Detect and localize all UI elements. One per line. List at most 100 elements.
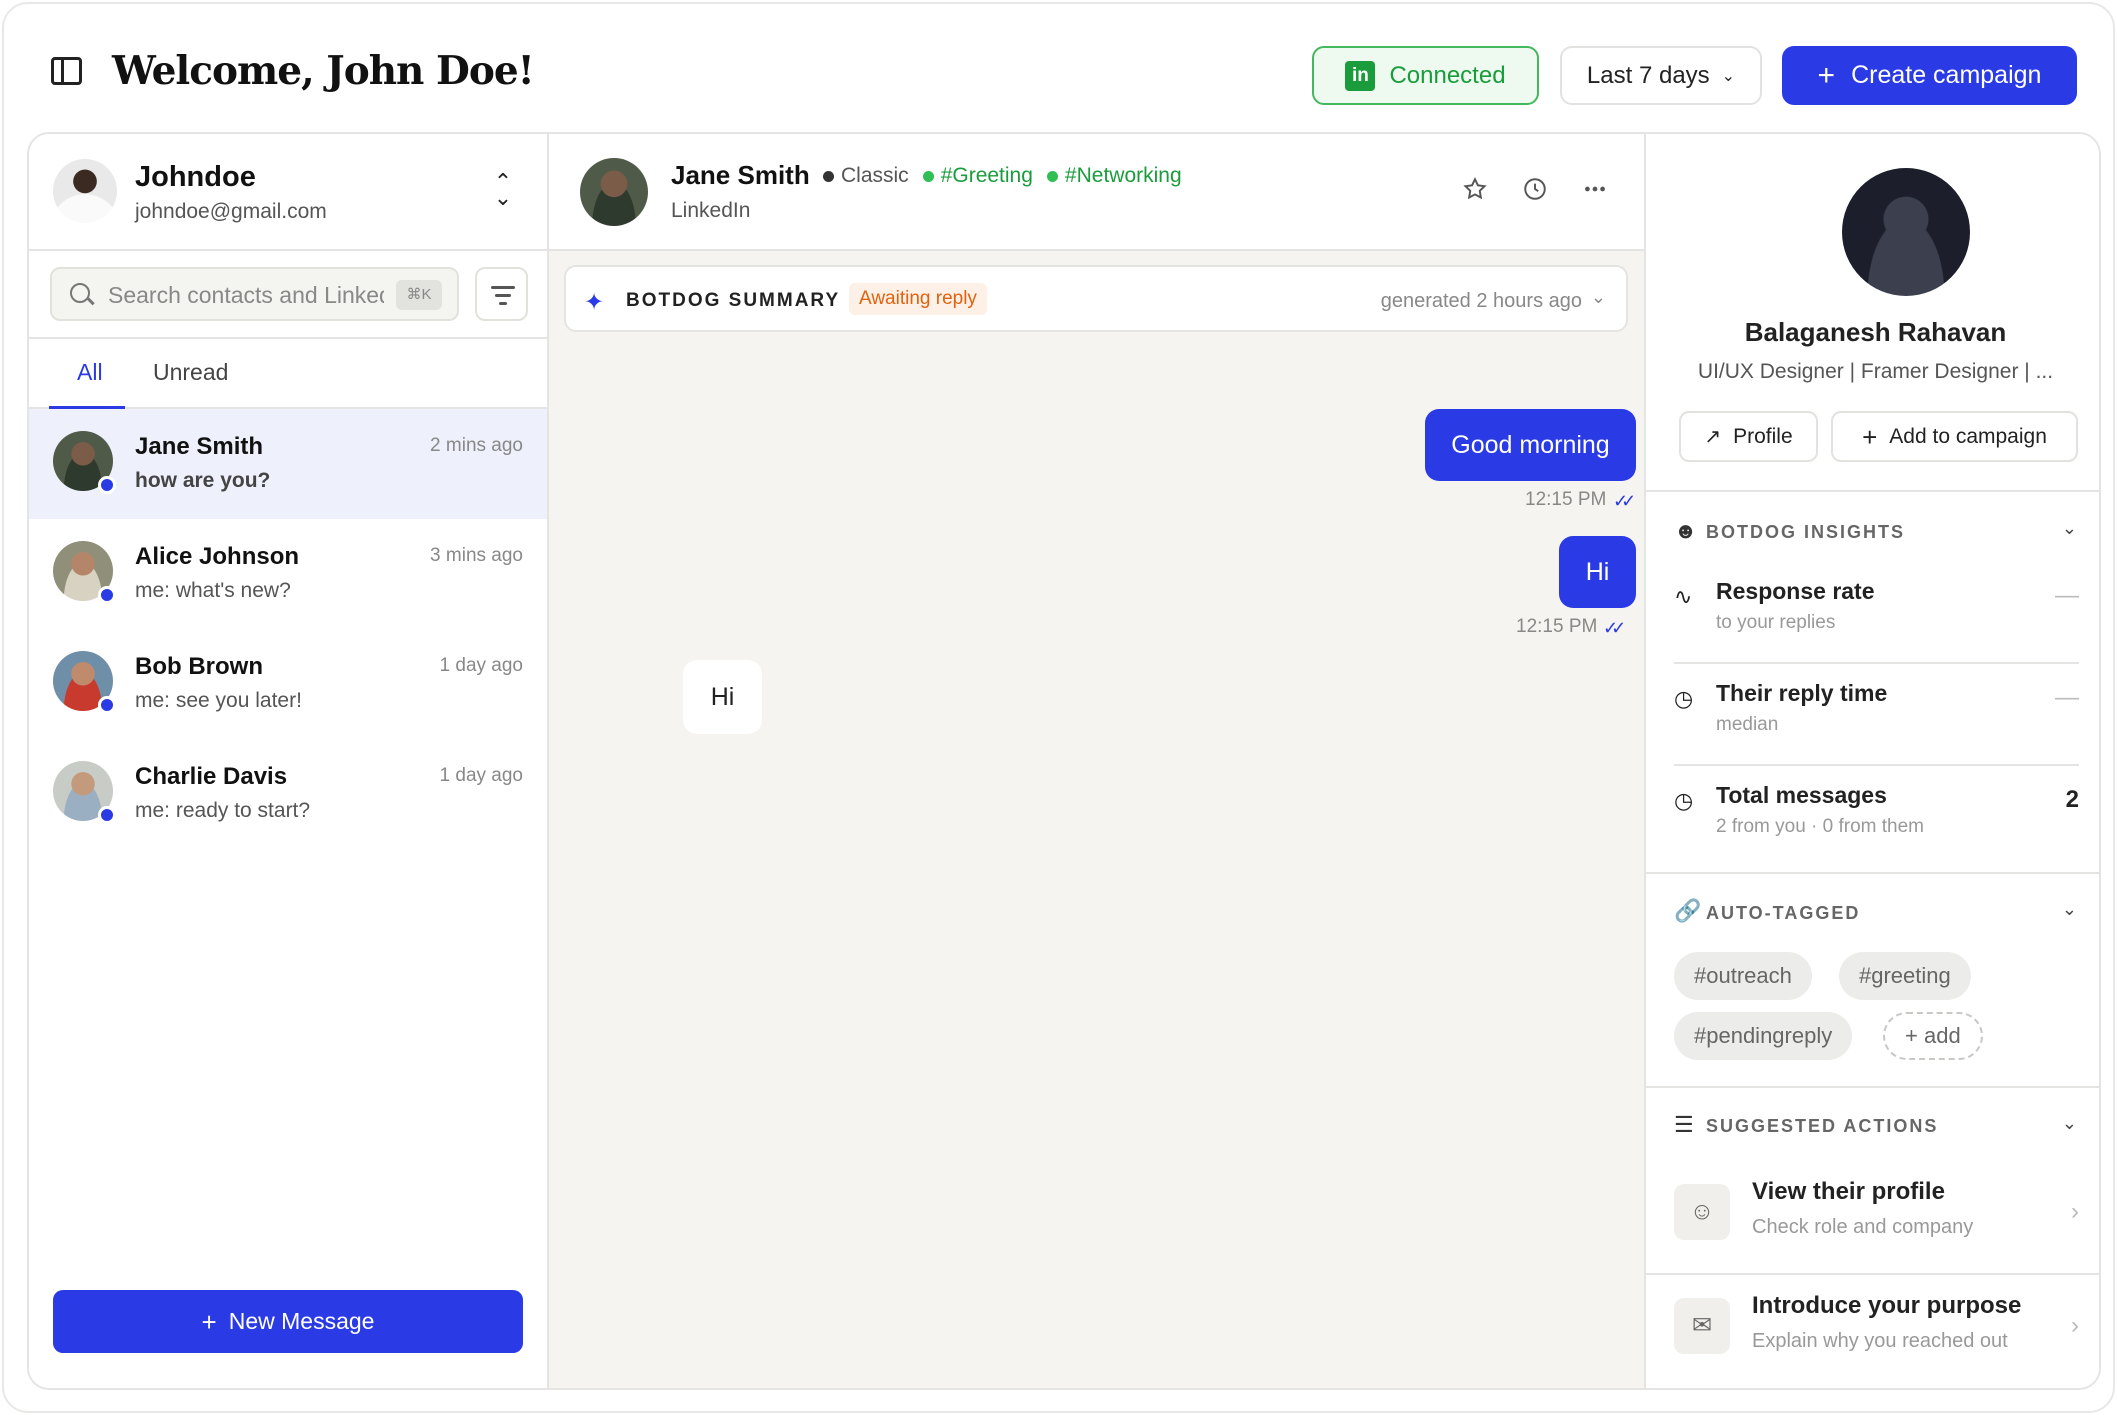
account-name: Johndoe [135,161,256,193]
view-profile-button[interactable]: ↗ Profile [1679,411,1818,462]
contact-name: Jane Smith [671,160,810,190]
create-campaign-button[interactable]: + Create campaign [1782,46,2077,105]
tab-all[interactable]: All [77,359,103,386]
insight-total-messages: ◷ Total messages 2 from you · 0 from the… [1646,768,2099,868]
online-indicator [98,806,116,824]
outgoing-message: Hi [1559,536,1636,608]
chat-panel: Jane Smith LinkedIn Classic #Greeting #N… [549,134,1644,1388]
conversation-preview: me: what's new? [135,579,291,602]
search-placeholder: Search contacts and Linkedin [108,282,384,308]
tab-unread[interactable]: Unread [153,359,228,386]
conversation-time: 2 mins ago [430,435,523,456]
read-receipt-icon: ✓✓ [1613,491,1636,511]
message-time: 12:15 PM [1516,616,1598,637]
plus-icon: + [1905,1023,1924,1048]
avatar [53,159,117,223]
filter-icon: ☰ [1674,1112,1694,1137]
conversation-preview: how are you? [135,469,271,492]
filter-icon-line [499,302,507,305]
new-message-label: New Message [228,1308,375,1334]
profile-name: Balaganesh Rahavan [1744,317,2007,347]
clock-icon[interactable] [1522,176,1548,202]
chevron-right-icon: › [2071,1198,2079,1225]
chevron-down-icon[interactable]: ⌄ [2062,518,2077,539]
tag-dot [823,170,834,182]
divider [1646,872,2099,874]
conversation-time: 1 day ago [439,765,523,786]
date-range-select[interactable]: Last 7 days ⌄ [1560,46,1762,105]
more-icon[interactable] [1582,176,1608,202]
action-introduce-purpose[interactable]: ✉ Introduce your purpose Explain why you… [1646,1274,2099,1386]
mail-icon: ✉ [1674,1298,1730,1354]
profile-headline: UI/UX Designer | Framer Designer | ... [1697,360,2054,383]
contact-details-panel: Balaganesh Rahavan UI/UX Designer | Fram… [1644,134,2099,1388]
account-switcher[interactable]: Johndoe johndoe@gmail.com ⌃ ⌄ [29,134,549,251]
conversation-tabs: All Unread [29,337,549,409]
read-receipt-icon: ✓✓ [1603,618,1626,638]
insight-reply-time: ◷ Their reply time median — [1646,666,2099,766]
sidebar-toggle-icon[interactable] [51,57,82,85]
conversation-item[interactable]: Charlie Davis me: ready to start? 1 day … [29,739,547,849]
new-message-button[interactable]: + New Message [53,1290,523,1353]
tag-dot [1046,170,1058,182]
insight-title: Their reply time [1716,680,1888,706]
top-header: Welcome, John Doe! in Connected Last 7 d… [0,0,2117,134]
clock-icon: ◷ [1674,788,1694,813]
insights-heading: BOTDOG INSIGHTS [1706,522,1906,542]
account-email: johndoe@gmail.com [135,200,327,223]
main-panel: Johndoe johndoe@gmail.com ⌃ ⌄ Search cont… [27,132,2101,1390]
add-to-campaign-label: Add to campaign [1889,424,2047,448]
message-time: 12:15 PM [1525,489,1607,510]
conversation-sidebar: Johndoe johndoe@gmail.com ⌃ ⌄ Search cont… [29,134,549,1388]
chevron-down-icon[interactable]: ⌄ [2062,899,2077,920]
online-indicator [98,476,116,494]
plus-icon: + [201,1306,217,1337]
conversation-preview: me: see you later! [135,689,302,712]
add-tag-button[interactable]: + add [1883,1012,1983,1060]
action-title: Introduce your purpose [1752,1292,2022,1319]
conversation-item[interactable]: Alice Johnson me: what's new? 3 mins ago [29,519,547,629]
search-input[interactable]: Search contacts and Linkedin ⌘K [50,267,459,321]
chevron-down-icon[interactable]: ⌄ [2062,1113,2077,1134]
conversation-preview: me: ready to start? [135,799,311,822]
auto-tag-chip[interactable]: #outreach [1674,952,1812,1000]
chevron-down-icon[interactable]: ⌄ [1591,287,1606,308]
summary-generated-time: generated 2 hours ago [1380,290,1582,312]
divider [1674,764,2079,766]
action-subtitle: Explain why you reached out [1752,1330,2008,1352]
auto-tag-chip[interactable]: #greeting [1839,952,1971,1000]
suggested-actions-heading: SUGGESTED ACTIONS [1706,1116,1939,1136]
trend-icon: ∿ [1674,584,1693,609]
app-window: Welcome, John Doe! in Connected Last 7 d… [0,0,2117,1415]
insight-value: — [2055,582,2079,609]
botdog-summary-bar[interactable]: ✦ BOTDOG SUMMARY Awaiting reply generate… [564,265,1628,332]
incoming-message[interactable]: Hi [683,660,762,734]
conversation-item[interactable]: Jane Smith how are you? 2 mins ago [29,409,547,519]
filter-icon [491,286,515,289]
tag-greeting: #Greeting [922,164,1033,188]
linkedin-icon: in [1345,60,1376,91]
contact-tags: Classic #Greeting #Networking [823,164,1182,188]
create-campaign-label: Create campaign [1851,61,2042,89]
link-icon: 🔗 [1674,898,1702,923]
star-icon[interactable] [1462,176,1488,202]
action-view-profile[interactable]: ☺ View their profile Check role and comp… [1646,1160,2099,1272]
insight-subtitle: median [1716,714,1779,735]
tag-classic: Classic [823,164,909,188]
insight-value: — [2055,684,2079,711]
action-subtitle: Check role and company [1752,1216,1974,1238]
insight-value: 2 [2065,786,2079,813]
user-icon: ☺ [1674,1184,1730,1240]
conversation-item[interactable]: Bob Brown me: see you later! 1 day ago [29,629,547,739]
chevron-up-down-icon[interactable]: ⌃ ⌄ [493,171,513,209]
avatar[interactable] [580,158,648,226]
insight-subtitle: 2 from you · 0 from them [1716,816,1925,837]
insight-subtitle: to your replies [1716,612,1836,633]
conversation-name: Charlie Davis [135,763,288,790]
add-to-campaign-button[interactable]: + Add to campaign [1831,411,2078,462]
filter-button[interactable] [475,267,528,321]
sparkle-icon: ✦ [584,289,605,316]
chat-header: Jane Smith LinkedIn Classic #Greeting #N… [549,134,1644,251]
auto-tag-chip[interactable]: #pendingreply [1674,1012,1853,1060]
linkedin-connected-button[interactable]: in Connected [1312,46,1539,105]
